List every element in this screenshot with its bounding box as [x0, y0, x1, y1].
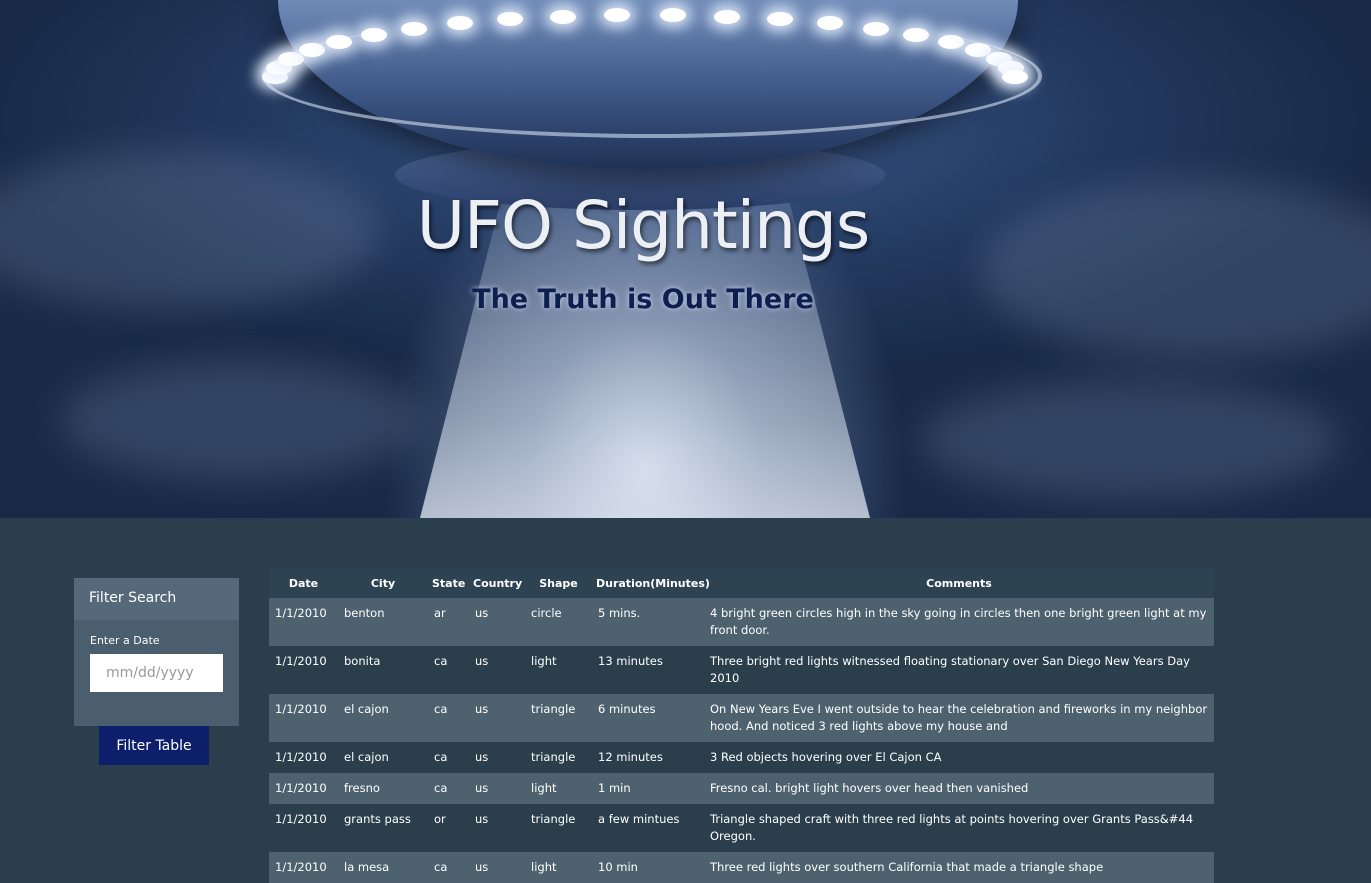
cell-state: ca	[434, 654, 448, 668]
saucer-light	[937, 35, 964, 50]
saucer-light	[298, 43, 325, 58]
date-input[interactable]	[90, 654, 223, 692]
table-header-row: Date City State Country Shape Duration(M…	[269, 568, 1214, 598]
saucer-light	[1002, 70, 1028, 84]
cell-date: 1/1/2010	[275, 781, 327, 795]
cell-comments: 4 bright green circles high in the sky g…	[710, 606, 1207, 637]
cell-city: grants pass	[344, 812, 411, 826]
cell-date: 1/1/2010	[275, 860, 327, 874]
cell-date: 1/1/2010	[275, 654, 327, 668]
saucer-light	[659, 8, 686, 23]
filter-heading: Filter Search	[74, 578, 239, 620]
cell-duration: a few mintues	[598, 812, 680, 826]
cell-country: us	[475, 781, 489, 795]
cell-duration: 1 min	[598, 781, 631, 795]
cell-city: la mesa	[344, 860, 390, 874]
cell-duration: 13 minutes	[598, 654, 663, 668]
cell-city: el cajon	[344, 702, 389, 716]
cell-state: ar	[434, 606, 446, 620]
cell-shape: triangle	[531, 702, 576, 716]
column-header-comments[interactable]: Comments	[704, 568, 1214, 598]
hero-banner: UFO Sightings The Truth is Out There	[0, 0, 1371, 518]
cell-shape: light	[531, 781, 557, 795]
table-row: 1/1/2010 el cajon ca us triangle 6 minut…	[269, 694, 1214, 742]
column-header-country[interactable]: Country	[469, 568, 525, 598]
cell-shape: triangle	[531, 812, 576, 826]
cloud-decoration	[920, 380, 1340, 500]
saucer-light	[401, 21, 428, 36]
cell-shape: circle	[531, 606, 562, 620]
table-row: 1/1/2010 grants pass or us triangle a fe…	[269, 804, 1214, 852]
column-header-state[interactable]: State	[428, 568, 469, 598]
cell-shape: light	[531, 860, 557, 874]
column-header-city[interactable]: City	[338, 568, 428, 598]
cell-city: fresno	[344, 781, 380, 795]
table-row: 1/1/2010 el cajon ca us triangle 12 minu…	[269, 742, 1214, 773]
page-title: UFO Sightings	[416, 187, 870, 264]
cell-duration: 10 min	[598, 860, 638, 874]
table-row: 1/1/2010 benton ar us circle 5 mins. 4 b…	[269, 598, 1214, 646]
saucer-light	[549, 9, 576, 24]
cell-shape: triangle	[531, 750, 576, 764]
cell-city: el cajon	[344, 750, 389, 764]
table-row: 1/1/2010 la mesa ca us light 10 min Thre…	[269, 852, 1214, 883]
cell-date: 1/1/2010	[275, 750, 327, 764]
cell-comments: Triangle shaped craft with three red lig…	[710, 812, 1194, 843]
cell-country: us	[475, 812, 489, 826]
sightings-table: Date City State Country Shape Duration(M…	[269, 568, 1214, 883]
cell-country: us	[475, 654, 489, 668]
saucer-light	[903, 27, 930, 42]
saucer-light	[714, 9, 741, 24]
cloud-decoration	[60, 360, 420, 480]
cell-country: us	[475, 702, 489, 716]
cell-state: ca	[434, 860, 448, 874]
filter-body: Enter a Date	[74, 620, 239, 706]
cell-duration: 5 mins.	[598, 606, 641, 620]
date-label: Enter a Date	[90, 634, 160, 647]
cell-comments: 3 Red objects hovering over El Cajon CA	[710, 750, 942, 764]
cell-comments: Three red lights over southern Californi…	[710, 860, 1104, 874]
page-subtitle: The Truth is Out There	[472, 284, 814, 315]
cell-duration: 6 minutes	[598, 702, 656, 716]
cell-comments: On New Years Eve I went outside to hear …	[710, 702, 1208, 733]
saucer-light	[862, 21, 889, 36]
cell-date: 1/1/2010	[275, 702, 327, 716]
cell-comments: Three bright red lights witnessed floati…	[710, 654, 1190, 685]
cell-city: bonita	[344, 654, 381, 668]
cell-city: benton	[344, 606, 385, 620]
cell-country: us	[475, 750, 489, 764]
table-row: 1/1/2010 fresno ca us light 1 min Fresno…	[269, 773, 1214, 804]
cell-date: 1/1/2010	[275, 812, 327, 826]
cell-state: ca	[434, 781, 448, 795]
cell-state: or	[434, 812, 446, 826]
filter-table-button[interactable]: Filter Table	[99, 726, 209, 765]
column-header-duration[interactable]: Duration(Minutes)	[592, 568, 710, 598]
cell-country: us	[475, 860, 489, 874]
cell-country: us	[475, 606, 489, 620]
cell-comments: Fresno cal. bright light hovers over hea…	[710, 781, 1029, 795]
saucer-light	[360, 27, 387, 42]
cell-duration: 12 minutes	[598, 750, 663, 764]
cell-date: 1/1/2010	[275, 606, 327, 620]
column-header-shape[interactable]: Shape	[525, 568, 592, 598]
cell-state: ca	[434, 702, 448, 716]
table-row: 1/1/2010 bonita ca us light 13 minutes T…	[269, 646, 1214, 694]
cell-state: ca	[434, 750, 448, 764]
column-header-date[interactable]: Date	[269, 568, 338, 598]
filter-panel: Filter Search Enter a Date	[74, 578, 239, 726]
cell-shape: light	[531, 654, 557, 668]
